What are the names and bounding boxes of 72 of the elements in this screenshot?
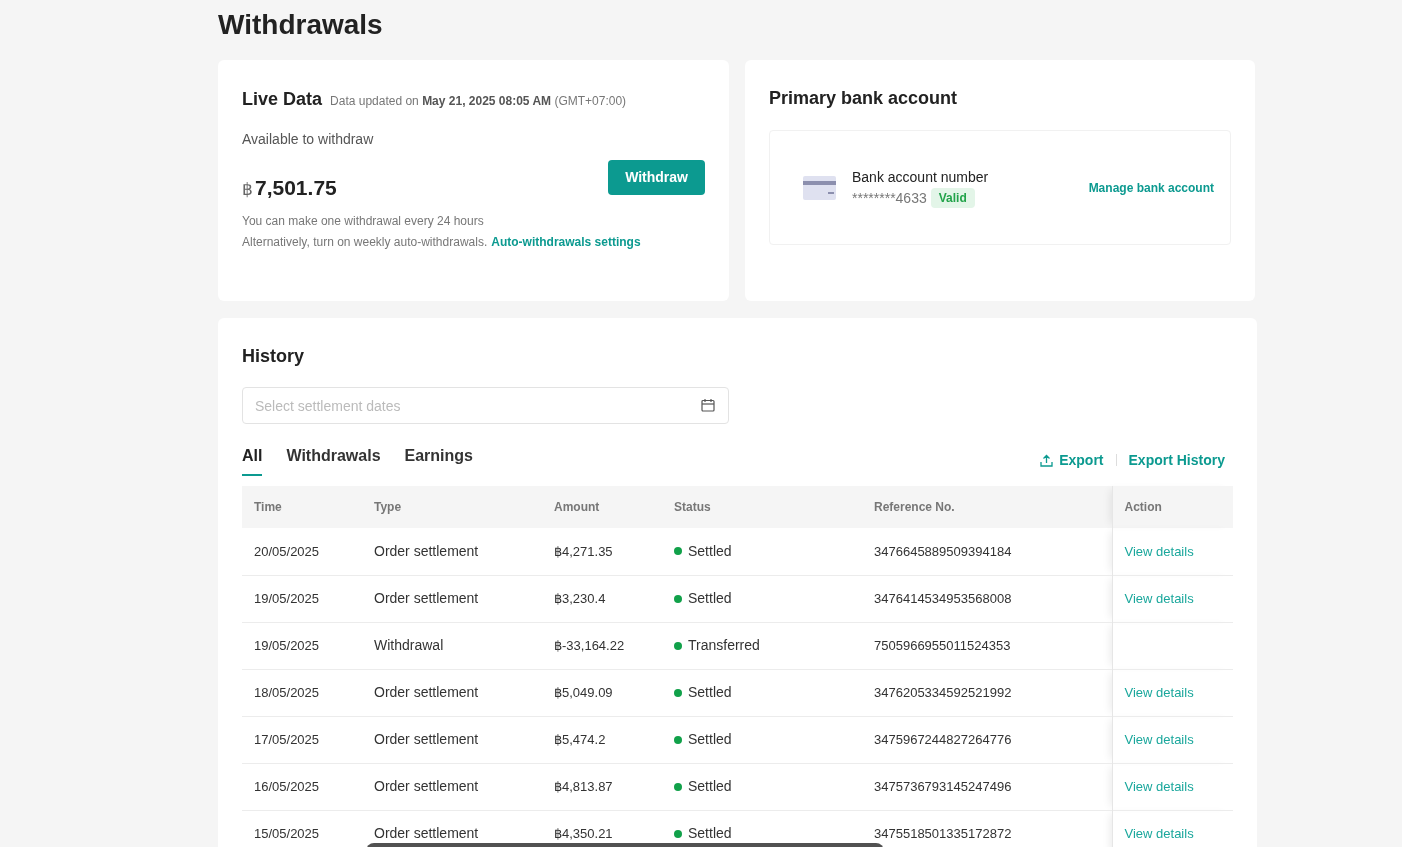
amount-text: ฿-33,164.22 xyxy=(554,637,625,653)
amount-text: ฿4,813.87 xyxy=(554,778,613,794)
date-text: 15/05/2025 xyxy=(254,825,320,841)
date-text: 19/05/2025 xyxy=(254,590,320,606)
amount-text: ฿4,271.35 xyxy=(554,543,613,559)
filter-tab[interactable]: Withdrawals xyxy=(286,444,381,476)
view-details-link[interactable]: View details xyxy=(1124,543,1194,559)
type-text: Order settlement xyxy=(374,731,479,747)
status-text: Transferred xyxy=(688,636,760,655)
filter-tab[interactable]: All xyxy=(242,444,263,476)
column-header: Amount xyxy=(542,486,662,528)
type-text: Order settlement xyxy=(374,684,479,700)
column-header: Status xyxy=(662,486,862,528)
account-label: Bank account number xyxy=(852,167,989,187)
valid-badge: Valid xyxy=(930,188,975,208)
type-text: Order settlement xyxy=(374,590,479,606)
date-text: 18/05/2025 xyxy=(254,684,320,700)
status-text: Settled xyxy=(688,683,732,702)
account-number: ********4633 xyxy=(852,188,927,208)
settings-link[interactable]: Auto-withdrawals settings xyxy=(491,232,641,251)
view-details-link[interactable]: View details xyxy=(1124,731,1194,747)
status-text: Settled xyxy=(688,589,732,608)
card-title: Live Data xyxy=(242,88,323,111)
status-text: Settled xyxy=(688,777,732,796)
info-text: You can make one withdrawal every 24 hours xyxy=(242,212,485,230)
column-header: Time xyxy=(242,486,362,528)
info-text: Alternatively, turn on weekly auto-withdrawals. xyxy=(242,233,488,251)
reference-text: 3476414534953568008 xyxy=(874,590,1012,606)
reference-text: 7505966955011524353 xyxy=(874,637,1011,653)
amount-text: ฿4,350.21 xyxy=(554,825,613,841)
status-text: Settled xyxy=(688,824,732,843)
date-range-field[interactable]: Select settlement dates xyxy=(242,387,729,424)
available-label: Available to withdraw xyxy=(242,130,375,149)
view-details-link[interactable]: View details xyxy=(1124,684,1194,700)
calendar-icon xyxy=(701,398,715,412)
column-header: Type xyxy=(362,486,542,528)
amount-text: ฿5,474.2 xyxy=(554,731,606,747)
withdraw-button[interactable]: Withdraw xyxy=(608,160,705,195)
status-text: Settled xyxy=(688,541,732,561)
type-text: Order settlement xyxy=(374,778,479,794)
update-time-text: Data updated on May 21, 2025 08:05 AM (GMT+07:00) xyxy=(330,93,627,110)
type-text: Order settlement xyxy=(374,542,479,559)
type-text: Order settlement xyxy=(374,825,479,841)
reference-text: 3476645889509394184 xyxy=(874,543,1012,559)
page-title: Withdrawals xyxy=(218,8,384,42)
view-details-link[interactable]: View details xyxy=(1124,590,1194,606)
export-link[interactable]: Export xyxy=(1040,449,1104,471)
reference-text: 3475518501335172872 xyxy=(874,825,1012,841)
upload-icon xyxy=(1040,453,1054,467)
status-text: Settled xyxy=(688,730,732,749)
manage-bank-link[interactable]: Manage bank account xyxy=(1088,178,1214,197)
column-header: Reference No. xyxy=(862,486,1112,528)
balance-amount: 7,501.75 xyxy=(255,175,337,201)
type-text: Withdrawal xyxy=(374,637,444,653)
reference-text: 3476205334592521992 xyxy=(874,684,1012,700)
date-text: 19/05/2025 xyxy=(254,637,320,653)
reference-text: 3475967244827264776 xyxy=(874,731,1012,747)
date-text: 17/05/2025 xyxy=(254,731,320,747)
section-title: History xyxy=(242,345,305,368)
export-history-link[interactable]: Export History xyxy=(1128,449,1225,471)
card-title: Primary bank account xyxy=(769,87,959,110)
filter-tab[interactable]: Earnings xyxy=(404,444,473,476)
card-icon xyxy=(803,175,836,200)
view-details-link[interactable]: View details xyxy=(1124,825,1194,841)
currency-symbol: ฿ xyxy=(242,179,253,201)
amount-text: ฿3,230.4 xyxy=(554,590,606,606)
view-details-link[interactable]: View details xyxy=(1124,778,1194,794)
date-text: 16/05/2025 xyxy=(254,778,320,794)
date-text: 20/05/2025 xyxy=(254,543,320,559)
amount-text: ฿5,049.09 xyxy=(554,684,613,700)
reference-text: 3475736793145247496 xyxy=(874,778,1012,794)
column-header: Action xyxy=(1112,486,1233,528)
